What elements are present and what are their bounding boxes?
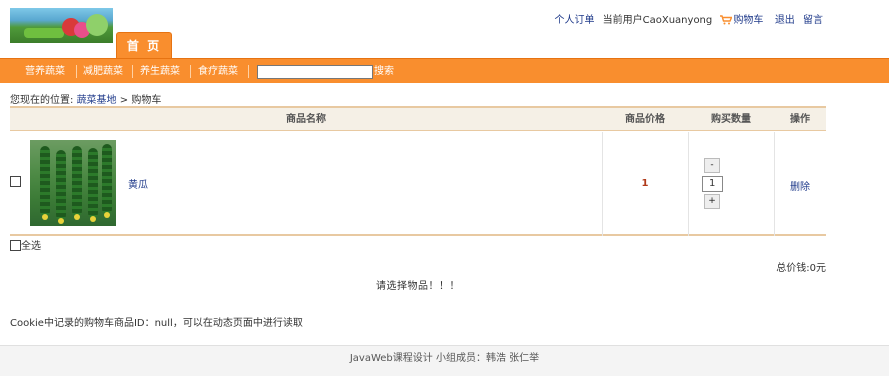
nav-divider [190, 65, 191, 78]
select-all-label: 全选 [21, 241, 41, 252]
site-logo [10, 8, 113, 43]
cart-table: 商品名称 商品价格 购买数量 操作 黄瓜 1 - 1 + 删除 [10, 106, 826, 236]
breadcrumb-current: 购物车 [131, 95, 162, 106]
notice-message: 请选择物品！！！ [376, 281, 460, 292]
header-quantity: 购买数量 [711, 114, 751, 125]
select-all[interactable]: 全选 [10, 237, 41, 252]
quantity-increase-button[interactable]: + [704, 194, 720, 209]
cart-link-label: 购物车 [733, 15, 764, 26]
footer: JavaWeb课程设计 小组成员：韩浩 张仁举 [0, 345, 889, 376]
row-checkbox[interactable] [10, 176, 21, 187]
product-image [30, 140, 116, 226]
search-input[interactable] [257, 65, 373, 79]
nav-item-therapy[interactable]: 食疗蔬菜 [198, 59, 238, 84]
total-price: 总价钱:0元 [776, 263, 826, 274]
logo-vegetable-shape [86, 14, 108, 36]
breadcrumb: 您现在的位置: 蔬菜基地 > 购物车 [10, 91, 161, 106]
cart-link[interactable]: 购物车 [720, 15, 766, 26]
nav-item-health[interactable]: 养生蔬菜 [140, 59, 180, 84]
table-header: 商品名称 商品价格 购买数量 操作 [10, 108, 826, 131]
product-price: 1 [641, 178, 649, 189]
logo-vegetable-shape [24, 28, 64, 38]
breadcrumb-separator: > [119, 95, 129, 106]
cookie-info: Cookie中记录的购物车商品ID：null，可以在动态页面中进行读取 [10, 318, 303, 329]
nav-divider [132, 65, 133, 78]
quantity-input[interactable]: 1 [702, 176, 723, 192]
search-button[interactable]: 搜索 [374, 59, 394, 84]
breadcrumb-prefix: 您现在的位置: [10, 95, 74, 106]
product-name-link[interactable]: 黄瓜 [128, 176, 148, 191]
orders-link[interactable]: 个人订单 [554, 15, 594, 26]
message-link[interactable]: 留言 [803, 15, 823, 26]
delete-link[interactable]: 删除 [774, 178, 826, 193]
cart-icon [720, 15, 733, 25]
nav-bar: 营养蔬菜 减肥蔬菜 养生蔬菜 食疗蔬菜 搜索 [0, 58, 889, 83]
header-action: 操作 [790, 114, 810, 125]
select-all-checkbox[interactable] [10, 240, 21, 251]
logout-link[interactable]: 退出 [775, 15, 795, 26]
column-divider [688, 132, 689, 236]
nav-divider [248, 65, 249, 78]
home-tab[interactable]: 首 页 [116, 32, 172, 58]
nav-item-diet[interactable]: 减肥蔬菜 [83, 59, 123, 84]
nav-divider [76, 65, 77, 78]
current-user-label: 当前用户CaoXuanyong [602, 15, 713, 26]
header-product-name: 商品名称 [286, 114, 326, 125]
top-links: 个人订单 当前用户CaoXuanyong 购物车 退出 留言 [554, 11, 823, 26]
nav-item-nutrition[interactable]: 营养蔬菜 [25, 59, 65, 84]
breadcrumb-home-link[interactable]: 蔬菜基地 [77, 95, 117, 106]
header-price: 商品价格 [625, 114, 665, 125]
quantity-decrease-button[interactable]: - [704, 158, 720, 173]
